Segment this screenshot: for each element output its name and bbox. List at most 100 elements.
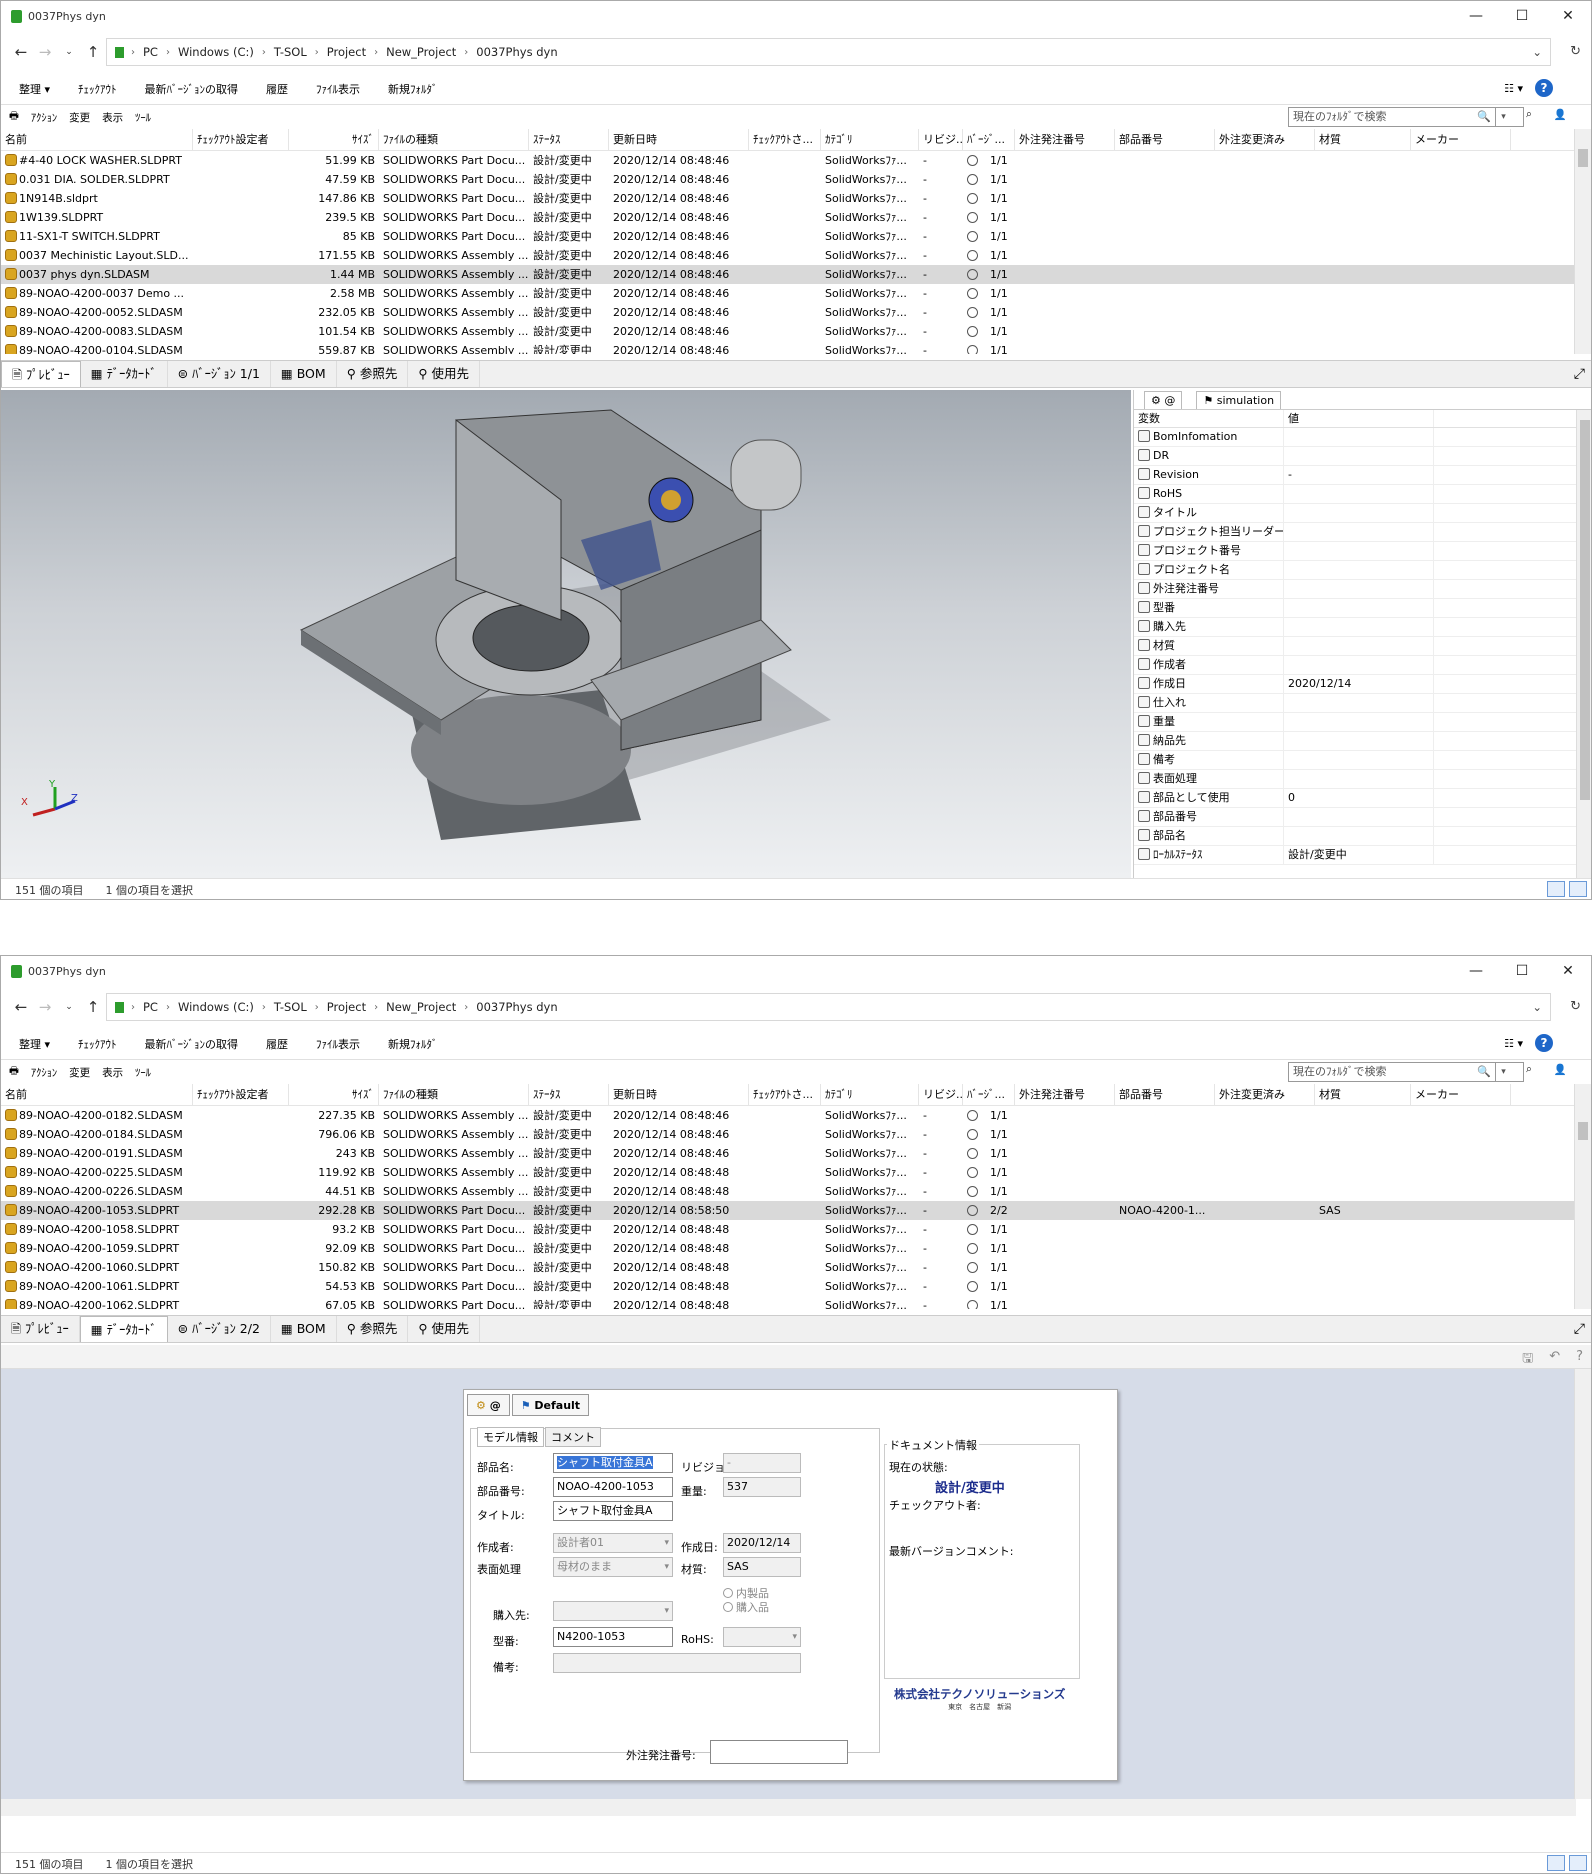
display-menu[interactable]: 表示 [102,110,123,125]
tab-bom[interactable]: ▦ BOM [271,1316,337,1342]
file-view-button[interactable]: ﾌｧｲﾙ表示 [316,1036,360,1052]
tab-references[interactable]: ⚲ 参照先 [337,1316,409,1342]
property-row[interactable]: 材質 [1134,637,1591,656]
property-row[interactable]: 部品として使用 0 [1134,789,1591,808]
table-row[interactable]: 1N914B.sldprt 147.86 KB SOLIDWORKS Part Do… [1,189,1591,208]
table-row[interactable]: 11-SX1-T SWITCH.SLDPRT 85 KB SOLIDWORKS Pa… [1,227,1591,246]
expand-icon[interactable]: ⤢ [1574,366,1585,382]
details-view-icon[interactable] [1547,1855,1565,1871]
table-row[interactable]: 89-NOAO-4200-1053.SLDPRT 292.28 KB SOLIDWO… [1,1201,1591,1220]
breadcrumb-item[interactable]: 0037Phys dyn [476,1000,557,1014]
column-header[interactable]: メーカー [1411,1084,1511,1105]
value-header[interactable]: 値 [1284,410,1434,427]
author-select[interactable]: 設計者01 ▾ [553,1533,673,1553]
column-header[interactable]: ﾁｪｯｸｱｳﾄさ... [749,129,821,150]
table-row[interactable]: 89-NOAO-4200-0225.SLDASM 119.92 KB SOLIDWO… [1,1163,1591,1182]
file-view-button[interactable]: ﾌｧｲﾙ表示 [316,81,360,97]
search-dropdown-icon[interactable]: ▾ [1495,108,1511,126]
new-folder-button[interactable]: 新規ﾌｫﾙﾀﾞ [388,81,438,97]
tab-version[interactable]: ⊜ ﾊﾞｰｼﾞｮﾝ 1/1 [168,361,271,387]
column-header[interactable]: ﾌｧｲﾙの種類 [379,129,529,150]
new-folder-button[interactable]: 新規ﾌｫﾙﾀﾞ [388,1036,438,1052]
table-row[interactable]: 89-NOAO-4200-0052.SLDASM 232.05 KB SOLIDWO… [1,303,1591,322]
tab-references[interactable]: ⚲ 参照先 [337,361,409,387]
tab-comment[interactable]: コメント [545,1427,601,1447]
print-icon[interactable]: 🖶 [9,1063,19,1081]
column-header[interactable]: 材質 [1315,1084,1411,1105]
surface-select[interactable]: 母材のまま ▾ [553,1557,673,1577]
revision-input[interactable]: - [723,1453,801,1473]
column-header[interactable]: ｶﾃｺﾞﾘ [821,129,919,150]
model-input[interactable]: N4200-1053 [553,1627,673,1647]
view-options-icon[interactable]: ☷ ▾ [1504,82,1523,95]
title-input[interactable]: シャフト取付金具A [553,1501,673,1521]
property-row[interactable]: 購入先 [1134,618,1591,637]
property-row[interactable]: 表面処理 [1134,770,1591,789]
remarks-input[interactable] [553,1653,801,1673]
refresh-icon[interactable]: ↻ [1570,44,1581,59]
organize-menu[interactable]: 整理 ▾ [19,1036,50,1052]
property-row[interactable]: 備考 [1134,751,1591,770]
table-row[interactable]: 89-NOAO-4200-1062.SLDPRT 67.05 KB SOLIDWOR… [1,1296,1591,1309]
property-row[interactable]: プロジェクト名 [1134,561,1591,580]
file-list-scrollbar[interactable] [1574,129,1591,354]
material-input[interactable]: SAS [723,1557,801,1577]
breadcrumb-item[interactable]: 0037Phys dyn [476,45,557,59]
property-row[interactable]: BomInfomation [1134,428,1591,447]
part-name-input[interactable]: シャフト取付金具A [553,1453,673,1473]
modify-menu[interactable]: 変更 [69,1065,90,1080]
advanced-search-icon[interactable]: ⌕ [1526,108,1532,121]
search-dropdown-icon[interactable]: ▾ [1495,1063,1511,1081]
property-row[interactable]: RoHS [1134,485,1591,504]
tools-menu[interactable]: ﾂｰﾙ [135,1065,151,1080]
action-menu[interactable]: ｱｸｼｮﾝ [31,110,57,125]
search-icon[interactable]: 🔍 [1477,108,1491,126]
table-row[interactable]: 89-NOAO-4200-1059.SLDPRT 92.09 KB SOLIDWOR… [1,1239,1591,1258]
column-header[interactable]: ﾁｪｯｸｱｳﾄ設定者 [193,129,289,150]
search-input[interactable]: 現在のﾌｫﾙﾀﾞで検索 🔍 ▾ [1288,1062,1524,1082]
column-header[interactable]: 更新日時 [609,129,749,150]
column-header[interactable]: ｽﾃｰﾀｽ [529,129,609,150]
table-row[interactable]: 89-NOAO-4200-0083.SLDASM 101.54 KB SOLIDWO… [1,322,1591,341]
details-view-icon[interactable] [1547,881,1565,897]
column-header[interactable]: 名前 [1,129,193,150]
help-circle-icon[interactable]: ? [1576,1349,1583,1371]
print-icon[interactable]: 🖶 [9,108,19,126]
column-header[interactable]: リビジ... [919,1084,963,1105]
table-row[interactable]: 0037 phys dyn.SLDASM 1.44 MB SOLIDWORKS As… [1,265,1591,284]
advanced-search-icon[interactable]: ⌕ [1526,1063,1532,1076]
weight-input[interactable]: 537 [723,1477,801,1497]
table-row[interactable]: 1W139.SLDPRT 239.5 KB SOLIDWORKS Part Docu… [1,208,1591,227]
tab-datacard[interactable]: ▦ ﾃﾞｰﾀｶｰﾄﾞ [79,1316,168,1342]
tab-preview[interactable]: 🗎 ﾌﾟﾚﾋﾞｭｰ [1,1316,80,1342]
up-arrow-icon[interactable]: ↑ [81,43,105,61]
table-row[interactable]: 0.031 DIA. SOLDER.SLDPRT 47.59 KB SOLIDWOR… [1,170,1591,189]
breadcrumb-item[interactable]: Windows (C:) [178,45,254,59]
datacard-scrollbar[interactable] [1574,1369,1591,1799]
tab-where-used[interactable]: ⚲ 使用先 [408,1316,480,1342]
breadcrumb-item[interactable]: Project [327,1000,366,1014]
part-number-input[interactable]: NOAO-4200-1053 [553,1477,673,1497]
purchased-radio[interactable]: 購入品 [723,1599,769,1615]
table-row[interactable]: 89-NOAO-4200-0226.SLDASM 44.51 KB SOLIDWOR… [1,1182,1591,1201]
supplier-select[interactable]: ▾ [553,1601,673,1621]
property-scrollbar[interactable] [1576,410,1591,878]
breadcrumb-item[interactable]: New_Project [386,1000,456,1014]
tab-default[interactable]: ⚑ Default [511,1394,590,1416]
get-latest-button[interactable]: 最新ﾊﾞｰｼﾞｮﾝの取得 [145,81,239,97]
save-icon[interactable]: 🖫 [1522,1349,1533,1371]
organize-menu[interactable]: 整理 ▾ [19,81,50,97]
column-header[interactable]: メーカー [1411,129,1511,150]
column-header[interactable]: リビジ... [919,129,963,150]
column-header[interactable]: ﾁｪｯｸｱｳﾄ設定者 [193,1084,289,1105]
view-options-icon[interactable]: ☷ ▾ [1504,1037,1523,1050]
property-row[interactable]: Revision - [1134,466,1591,485]
created-input[interactable]: 2020/12/14 [723,1533,801,1553]
history-chevron-icon[interactable]: ⌄ [57,47,81,57]
column-header[interactable]: ｶﾃｺﾞﾘ [821,1084,919,1105]
breadcrumb-item[interactable]: PC [143,1000,158,1014]
column-header[interactable]: 名前 [1,1084,193,1105]
close-button[interactable]: ✕ [1545,956,1591,986]
checkout-button[interactable]: ﾁｪｯｸｱｳﾄ [78,81,117,97]
search-icon[interactable]: 🔍 [1477,1063,1491,1081]
